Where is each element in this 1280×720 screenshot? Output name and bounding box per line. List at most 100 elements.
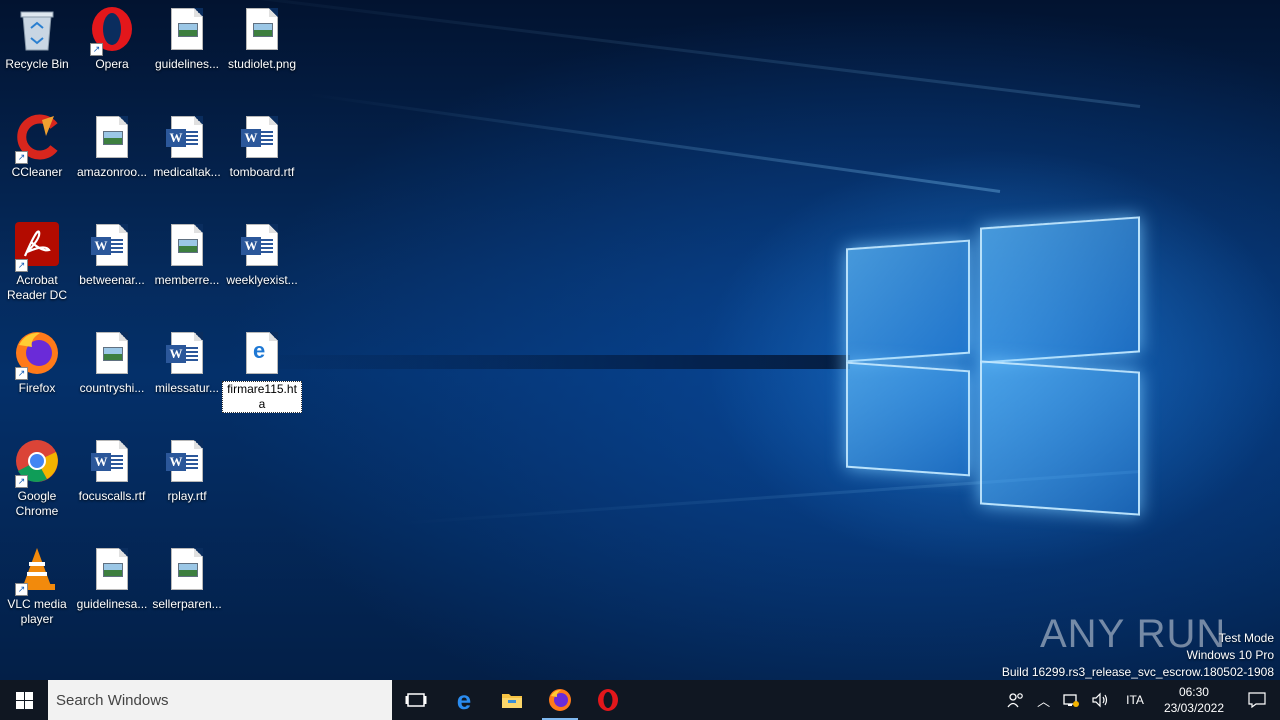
desktop-icon-label: firmare115.hta	[222, 381, 302, 413]
volume-icon	[1092, 692, 1108, 708]
desktop-icon-image-file[interactable]: countryshi...	[75, 330, 149, 396]
desktop-icon-opera[interactable]: ↗ Opera	[75, 6, 149, 72]
desktop-icon-firefox[interactable]: ↗ Firefox	[0, 330, 74, 396]
desktop-icon-label: studiolet.png	[227, 57, 297, 71]
edge-taskbar-button[interactable]: e	[440, 680, 488, 720]
image-file-icon	[238, 6, 286, 54]
desktop-icon-chrome[interactable]: ↗ Google Chrome	[0, 438, 74, 519]
system-tray: ︿ ITA 06:30 23/03/2022	[1001, 680, 1280, 720]
word-file-icon: W	[238, 222, 286, 270]
desktop-icon-label: countryshi...	[79, 381, 145, 395]
volume-button[interactable]	[1086, 680, 1116, 720]
hta-file-icon: e	[238, 330, 286, 378]
opera-taskbar-button[interactable]	[584, 680, 632, 720]
desktop-icon-image-file[interactable]: amazonroo...	[75, 114, 149, 180]
desktop-icon-image-file[interactable]: sellerparen...	[150, 546, 224, 612]
desktop-background: Recycle Bin ↗ Opera guidelines... studiolet.…	[0, 0, 1280, 680]
word-file-icon: W	[163, 114, 211, 162]
desktop-icon-label: tomboard.rtf	[229, 165, 295, 179]
opera-icon	[598, 689, 618, 711]
clock-date: 23/03/2022	[1163, 701, 1224, 715]
edge-icon: e	[456, 684, 472, 715]
desktop-icon-word-file[interactable]: Wrplay.rtf	[150, 438, 224, 504]
desktop-icon-label: Opera	[95, 57, 129, 71]
windows-logo-pane	[846, 239, 970, 363]
word-file-icon: W	[88, 222, 136, 270]
shortcut-arrow-icon: ↗	[15, 151, 28, 164]
word-file-icon: W	[163, 330, 211, 378]
shortcut-arrow-icon: ↗	[90, 43, 103, 56]
desktop-icon-word-file[interactable]: Wfocuscalls.rtf	[75, 438, 149, 504]
desktop-icon-hta-file[interactable]: e firmare115.hta	[222, 330, 302, 413]
desktop-icon-ccleaner[interactable]: ↗ CCleaner	[0, 114, 74, 180]
desktop-icon-word-file[interactable]: Wmilessatur...	[150, 330, 224, 396]
desktop-icon-label: medicaltak...	[153, 165, 221, 179]
network-icon	[1063, 694, 1080, 707]
desktop-icon-word-file[interactable]: Wbetweenar...	[75, 222, 149, 288]
file-explorer-taskbar-button[interactable]	[488, 680, 536, 720]
task-view-icon	[405, 693, 427, 707]
desktop-icon-word-file[interactable]: Wweeklyexist...	[225, 222, 299, 288]
desktop-icon-image-file[interactable]: memberre...	[150, 222, 224, 288]
wallpaper-beam	[306, 92, 1001, 193]
image-file-icon	[163, 222, 211, 270]
desktop-icon-word-file[interactable]: Wmedicaltak...	[150, 114, 224, 180]
desktop-icon-recycle-bin[interactable]: Recycle Bin	[0, 6, 74, 72]
network-button[interactable]	[1056, 680, 1086, 720]
action-center-button[interactable]	[1234, 680, 1280, 720]
show-hidden-icons-button[interactable]: ︿	[1031, 680, 1056, 720]
people-icon	[1007, 693, 1023, 708]
windows-logo-pane	[980, 216, 1140, 364]
desktop-icon-label: Google Chrome	[15, 489, 59, 518]
desktop-icon-vlc[interactable]: ↗ VLC media player	[0, 546, 74, 627]
chrome-icon: ↗	[13, 438, 61, 488]
desktop-icon-image-file[interactable]: guidelines...	[150, 6, 224, 72]
desktop-icon-label: guidelines...	[154, 57, 220, 71]
opera-icon: ↗	[88, 6, 136, 56]
desktop-icon-label: rplay.rtf	[167, 489, 207, 503]
test-mode-text: Test Mode	[1218, 631, 1274, 645]
desktop-icon-label: milessatur...	[154, 381, 220, 395]
input-language-indicator[interactable]: ITA	[1116, 680, 1154, 720]
desktop-icon-label: Firefox	[18, 381, 56, 395]
file-explorer-icon	[502, 694, 522, 708]
search-placeholder: Search Windows	[56, 691, 169, 709]
desktop-icon-label: memberre...	[154, 273, 220, 287]
image-file-icon	[88, 330, 136, 378]
desktop-icon-image-file[interactable]: guidelinesa...	[75, 546, 149, 612]
firefox-icon	[549, 689, 571, 711]
shortcut-arrow-icon: ↗	[15, 367, 28, 380]
desktop-icon-acrobat[interactable]: ↗ Acrobat Reader DC	[0, 222, 74, 303]
desktop-icon-label: VLC media player	[7, 597, 67, 626]
desktop-icon-image-file[interactable]: studiolet.png	[225, 6, 299, 72]
firefox-icon: ↗	[13, 330, 61, 380]
chevron-up-icon: ︿	[1037, 693, 1051, 709]
windows-logo-pane	[846, 361, 970, 477]
desktop-icon-label: weeklyexist...	[226, 273, 298, 287]
image-file-icon	[88, 114, 136, 162]
task-view-button[interactable]	[392, 680, 440, 720]
recycle-bin-icon	[13, 6, 61, 54]
people-button[interactable]	[1001, 680, 1031, 720]
word-file-icon: W	[238, 114, 286, 162]
vlc-icon: ↗	[13, 546, 61, 596]
edition-text: Windows 10 Pro	[1186, 648, 1274, 662]
notification-icon	[1248, 692, 1266, 708]
desktop-icon-label: focuscalls.rtf	[78, 489, 146, 503]
desktop-icon-label: Recycle Bin	[5, 57, 69, 71]
taskbar: Search Windows e ︿ ITA 06:30 23/03/2022	[0, 680, 1280, 720]
desktop-icon-label: betweenar...	[79, 273, 145, 287]
clock[interactable]: 06:30 23/03/2022	[1154, 680, 1234, 720]
shortcut-arrow-icon: ↗	[15, 583, 28, 596]
word-file-icon: W	[88, 438, 136, 486]
desktop-icon-label: guidelinesa...	[76, 597, 148, 611]
search-box[interactable]: Search Windows	[48, 680, 392, 720]
shortcut-arrow-icon: ↗	[15, 259, 28, 272]
desktop-icon-label: sellerparen...	[152, 597, 222, 611]
windows-start-icon	[15, 691, 33, 709]
firefox-taskbar-button[interactable]	[536, 680, 584, 720]
windows-logo-pane	[980, 360, 1140, 516]
desktop-icon-label: amazonroo...	[76, 165, 148, 179]
start-button[interactable]	[0, 680, 48, 720]
desktop-icon-word-file[interactable]: Wtomboard.rtf	[225, 114, 299, 180]
